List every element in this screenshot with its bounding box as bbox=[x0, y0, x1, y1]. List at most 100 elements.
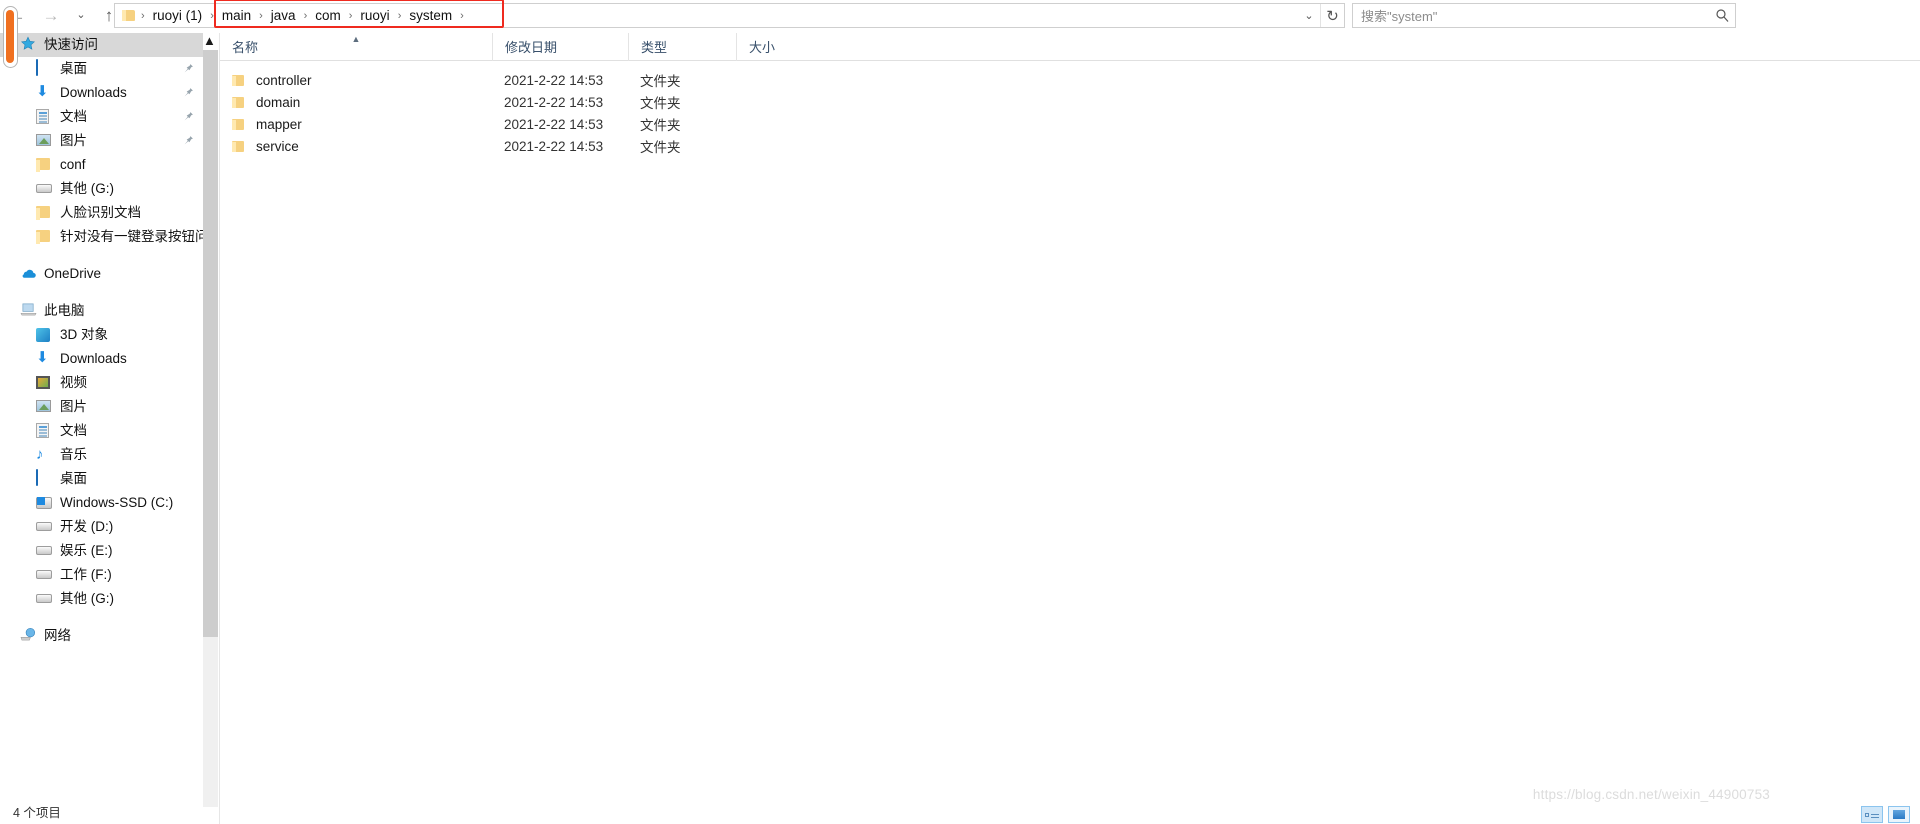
cell-type: 文件夹 bbox=[640, 74, 681, 89]
sort-ascending-icon: ▲ bbox=[351, 33, 361, 44]
sidebar-item-label: 网络 bbox=[44, 628, 71, 644]
sidebar-item-开发--d--[interactable]: 开发 (D:) bbox=[0, 515, 203, 539]
breadcrumb-item-main[interactable]: main bbox=[218, 5, 255, 26]
address-bar[interactable]: › ruoyi (1) › main › java › com › ruoyi … bbox=[114, 3, 1345, 28]
sidebar-item-其他--g--[interactable]: 其他 (G:) bbox=[0, 177, 203, 201]
sidebar-item-label: 图片 bbox=[60, 399, 87, 415]
sidebar-item-娱乐--e--[interactable]: 娱乐 (E:) bbox=[0, 539, 203, 563]
sidebar-item-针对没有一键登录按钮问题[interactable]: 针对没有一键登录按钮问题 bbox=[0, 225, 203, 249]
sidebar-item-其他--g--[interactable]: 其他 (G:) bbox=[0, 587, 203, 611]
search-box[interactable]: 搜索"system" bbox=[1352, 3, 1736, 28]
breadcrumb-item-java[interactable]: java bbox=[267, 5, 300, 26]
sidebar-item-视频[interactable]: 视频 bbox=[0, 371, 203, 395]
sidebar-item-downloads[interactable]: ⬇ Downloads bbox=[0, 347, 203, 371]
breadcrumb-item-ruoyi-pkg[interactable]: ruoyi bbox=[356, 5, 393, 26]
star-icon bbox=[20, 36, 38, 54]
column-header-size[interactable]: 大小 bbox=[736, 32, 856, 61]
navigation-pane-scrollbar[interactable]: ▲ ▼ bbox=[203, 33, 219, 824]
column-header-name[interactable]: ▲ 名称 bbox=[220, 33, 492, 61]
recent-locations-chevron-down-icon[interactable]: ⌄ bbox=[68, 1, 94, 31]
sidebar-group-separator bbox=[0, 249, 203, 262]
sidebar-item-label: 视频 bbox=[60, 375, 87, 391]
sidebar-item-label: 此电脑 bbox=[44, 303, 85, 319]
cell-size bbox=[736, 113, 856, 135]
table-row[interactable]: mapper 2021-2-22 14:53 文件夹 bbox=[220, 113, 1920, 135]
sidebar-item-文档[interactable]: 文档 bbox=[0, 105, 203, 129]
scrollbar-thumb[interactable] bbox=[203, 50, 218, 637]
sidebar-item-3d-对象[interactable]: 3D 对象 bbox=[0, 323, 203, 347]
sidebar-group-separator bbox=[0, 286, 203, 299]
sidebar-item-图片[interactable]: 图片 bbox=[0, 129, 203, 153]
sidebar-item-label: conf bbox=[60, 157, 86, 173]
folder-icon bbox=[36, 228, 54, 246]
network-icon bbox=[20, 627, 38, 645]
breadcrumb-separator-5: › bbox=[397, 9, 402, 22]
pin-icon[interactable] bbox=[183, 111, 194, 122]
sidebar-item-文档[interactable]: 文档 bbox=[0, 419, 203, 443]
cell-name: mapper bbox=[220, 113, 492, 135]
sidebar-item-快速访问[interactable]: 快速访问 bbox=[0, 33, 203, 57]
sidebar-item-label: 人脸识别文档 bbox=[60, 205, 141, 221]
sidebar-item-工作--f--[interactable]: 工作 (F:) bbox=[0, 563, 203, 587]
cell-type: 文件夹 bbox=[640, 96, 681, 111]
sidebar-item-label: 文档 bbox=[60, 109, 87, 125]
picture-icon bbox=[36, 398, 54, 416]
cell-date-modified: 2021-2-22 14:53 bbox=[504, 94, 604, 110]
table-row[interactable]: controller 2021-2-22 14:53 文件夹 bbox=[220, 69, 1920, 91]
folder-icon bbox=[232, 74, 244, 86]
drive-icon bbox=[36, 566, 54, 584]
sidebar-item-label: 娱乐 (E:) bbox=[60, 543, 113, 559]
breadcrumb-separator-6: › bbox=[460, 9, 464, 22]
breadcrumb-item-com[interactable]: com bbox=[311, 5, 345, 26]
folder-icon bbox=[232, 140, 244, 152]
pin-icon[interactable] bbox=[183, 63, 194, 74]
large-icons-view-button[interactable] bbox=[1888, 806, 1910, 823]
breadcrumb-separator-3: › bbox=[303, 9, 308, 22]
pin-icon[interactable] bbox=[183, 87, 194, 98]
breadcrumb-separator-0: › bbox=[141, 9, 145, 22]
cell-size bbox=[736, 91, 856, 113]
forward-icon[interactable]: → bbox=[34, 1, 68, 31]
focus-marker bbox=[6, 10, 14, 63]
breadcrumb-item-system[interactable]: system bbox=[405, 5, 456, 26]
item-count-label: 4 个项目 bbox=[13, 805, 61, 820]
column-header-size-label: 大小 bbox=[749, 40, 776, 55]
picture-icon bbox=[36, 132, 54, 150]
file-list-pane: ▲ 名称 修改日期 类型 大小 controller 2021-2-22 14:5… bbox=[220, 32, 1920, 824]
music-icon: ♪ bbox=[36, 446, 44, 463]
sidebar-item-windows-ssd--c--[interactable]: Windows-SSD (C:) bbox=[0, 491, 203, 515]
table-row[interactable]: domain 2021-2-22 14:53 文件夹 bbox=[220, 91, 1920, 113]
column-header-type[interactable]: 类型 bbox=[628, 32, 736, 61]
sidebar-item-label: 文档 bbox=[60, 423, 87, 439]
sidebar-item-label: Downloads bbox=[60, 351, 127, 367]
details-view-button[interactable] bbox=[1861, 806, 1883, 823]
refresh-icon[interactable]: ↻ bbox=[1320, 4, 1344, 27]
search-icon[interactable] bbox=[1709, 9, 1735, 22]
sidebar-item-桌面[interactable]: 桌面 bbox=[0, 467, 203, 491]
table-row[interactable]: service 2021-2-22 14:53 文件夹 bbox=[220, 135, 1920, 157]
column-header-date-modified[interactable]: 修改日期 bbox=[492, 32, 628, 61]
pin-icon[interactable] bbox=[183, 135, 194, 146]
sidebar-item-人脸识别文档[interactable]: 人脸识别文档 bbox=[0, 201, 203, 225]
sidebar-item-音乐[interactable]: ♪ 音乐 bbox=[0, 443, 203, 467]
search-input[interactable]: 搜索"system" bbox=[1353, 6, 1709, 25]
file-name-label: domain bbox=[256, 94, 301, 110]
address-dropdown-chevron-down-icon[interactable]: ⌄ bbox=[1298, 4, 1320, 27]
scroll-up-chevron-up-icon[interactable]: ▲ bbox=[203, 33, 219, 48]
sidebar-item-downloads[interactable]: ⬇ Downloads bbox=[0, 81, 203, 105]
sidebar-item-网络[interactable]: 网络 bbox=[0, 624, 203, 648]
sidebar-item-此电脑[interactable]: 此电脑 bbox=[0, 299, 203, 323]
sidebar-item-桌面[interactable]: 桌面 bbox=[0, 57, 203, 81]
watermark-text: https://blog.csdn.net/weixin_44900753 bbox=[1532, 787, 1770, 802]
file-rows-container: controller 2021-2-22 14:53 文件夹 domain 2021-2… bbox=[220, 69, 1920, 157]
download-icon: ⬇ bbox=[36, 349, 49, 366]
sidebar-item-conf[interactable]: conf bbox=[0, 153, 203, 177]
sidebar-item-图片[interactable]: 图片 bbox=[0, 395, 203, 419]
windows-drive-icon bbox=[36, 494, 54, 512]
sidebar-item-label: 图片 bbox=[60, 133, 87, 149]
drive-icon bbox=[36, 518, 54, 536]
breadcrumb: › ruoyi (1) › main › java › com › ruoyi … bbox=[115, 4, 1298, 27]
sidebar-item-onedrive[interactable]: OneDrive bbox=[0, 262, 203, 286]
cell-date-modified: 2021-2-22 14:53 bbox=[504, 72, 604, 88]
breadcrumb-item-ruoyi[interactable]: ruoyi (1) bbox=[149, 5, 207, 26]
